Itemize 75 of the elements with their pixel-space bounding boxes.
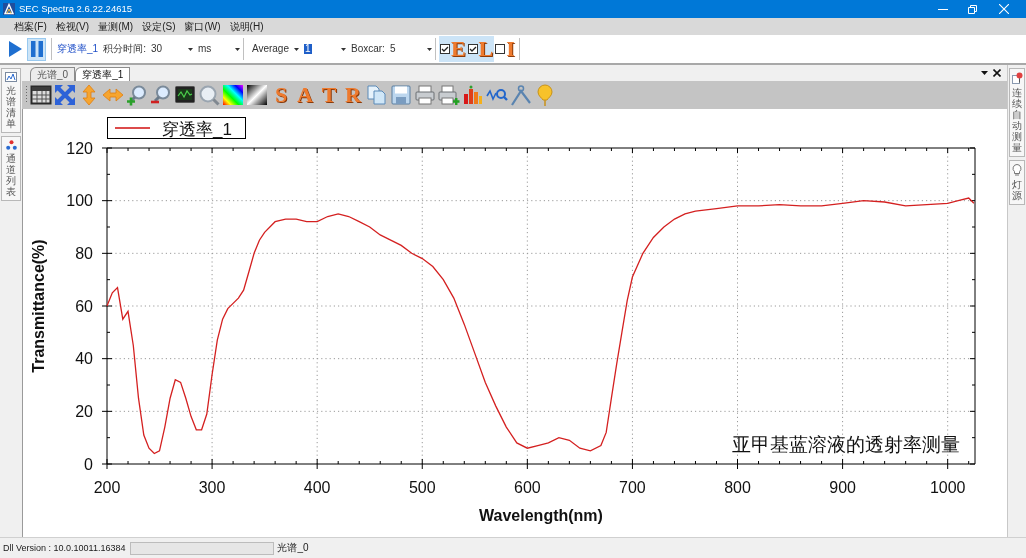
version-text: Dll Version : 10.0.10011.16384 [3, 543, 126, 553]
x-tick-label: 900 [829, 479, 856, 496]
document-tab[interactable]: 光谱_0 [30, 67, 76, 81]
y-tick-label: 40 [75, 350, 93, 368]
x-tick-label: 200 [93, 479, 121, 496]
panel-tab[interactable]: 连续自动测量 [1009, 68, 1025, 157]
panel-tab[interactable]: 通道列表 [1, 136, 21, 201]
dropdown-caret-icon[interactable] [294, 47, 299, 51]
table-icon[interactable] [30, 84, 52, 106]
dropdown-field[interactable]: 5 [387, 40, 432, 58]
play-icon[interactable] [9, 41, 22, 57]
menu-item[interactable]: 设定(S) [140, 21, 178, 32]
checkbox-icon[interactable] [439, 44, 450, 54]
dropdown-caret-icon[interactable] [426, 47, 432, 51]
dropdown-caret-icon[interactable] [341, 47, 346, 51]
chart-annotation: 亚甲基蓝溶液的透射率测量 [732, 434, 960, 455]
dropdown-caret-icon[interactable] [187, 47, 193, 51]
monitor-icon[interactable] [174, 84, 196, 106]
status-text: 光谱_0 [277, 543, 309, 553]
pause-button[interactable] [27, 37, 46, 61]
copy-icon[interactable] [366, 84, 388, 106]
x-tick-label: 600 [514, 479, 541, 496]
x-axis-title: Wavelength(nm) [479, 507, 603, 524]
minimize-icon[interactable] [938, 8, 948, 10]
dropdown-field[interactable]: 1 [302, 40, 346, 58]
y-tick-label: 0 [84, 455, 93, 473]
toolbar-grip-icon[interactable] [25, 85, 28, 105]
x-tick-label: 800 [724, 479, 751, 496]
dropdown-caret-icon[interactable] [981, 71, 988, 75]
bar-chart-icon[interactable] [462, 84, 484, 106]
y-axis-title: Transmittance(%) [30, 239, 47, 373]
y-tick-label: 100 [66, 192, 93, 210]
zoom-out-icon[interactable] [150, 84, 172, 106]
y-tick-label: 120 [66, 139, 93, 157]
x-tick-label: 300 [198, 479, 226, 496]
dropdown-field[interactable]: ms [195, 40, 240, 58]
restore-icon[interactable] [968, 4, 977, 14]
pause-icon[interactable] [30, 41, 43, 57]
dropdown-caret-icon[interactable] [234, 47, 240, 51]
panel-tab[interactable]: 光谱清单 [1, 68, 21, 133]
zoom-in-icon[interactable] [126, 84, 148, 106]
window-title: SEC Spectra 2.6.22.24615 [19, 4, 133, 14]
menu-item[interactable]: 说明(H) [227, 21, 266, 32]
checkbox-icon[interactable] [467, 44, 478, 54]
panel-tab[interactable]: 灯源 [1009, 160, 1025, 205]
legend-label: 穿透率_1 [162, 120, 232, 139]
x-tick-label: 1000 [929, 479, 966, 496]
menu-item[interactable]: 量测(M) [96, 21, 136, 32]
spectrum-name-label: 穿透率_1 [57, 44, 99, 54]
menu-item[interactable]: 检视(V) [53, 21, 92, 32]
toolbar-label: Boxcar: [351, 44, 385, 54]
checkbox-icon[interactable] [495, 44, 506, 54]
dropdown-field[interactable]: Average [249, 40, 299, 58]
three-dots-icon[interactable] [5, 140, 17, 150]
x-tick-label: 400 [303, 479, 331, 496]
menu-item[interactable]: 档案(F) [12, 21, 49, 32]
menu-item[interactable]: 窗口(W) [182, 21, 223, 32]
lightbulb-icon[interactable] [1012, 164, 1022, 176]
toolbar-label: 积分时间: [103, 44, 146, 54]
y-tick-label: 20 [75, 402, 93, 420]
document-tab[interactable]: 穿透率_1 [75, 67, 131, 81]
x-tick-label: 700 [619, 479, 646, 496]
y-tick-label: 60 [75, 297, 93, 315]
chart-icon[interactable] [5, 72, 17, 82]
thumbtack-icon[interactable] [1011, 72, 1023, 84]
y-tick-label: 80 [75, 244, 93, 262]
x-tick-label: 500 [408, 479, 436, 496]
print-icon[interactable] [414, 84, 436, 106]
spectrum-square-icon[interactable] [222, 84, 244, 106]
gradient-square-icon[interactable] [246, 84, 268, 106]
printer-plus-icon[interactable] [438, 84, 460, 106]
close-icon[interactable] [993, 69, 1001, 77]
save-icon[interactable] [390, 84, 412, 106]
dropdown-field[interactable]: 30 [148, 40, 193, 58]
app-icon [3, 3, 15, 15]
